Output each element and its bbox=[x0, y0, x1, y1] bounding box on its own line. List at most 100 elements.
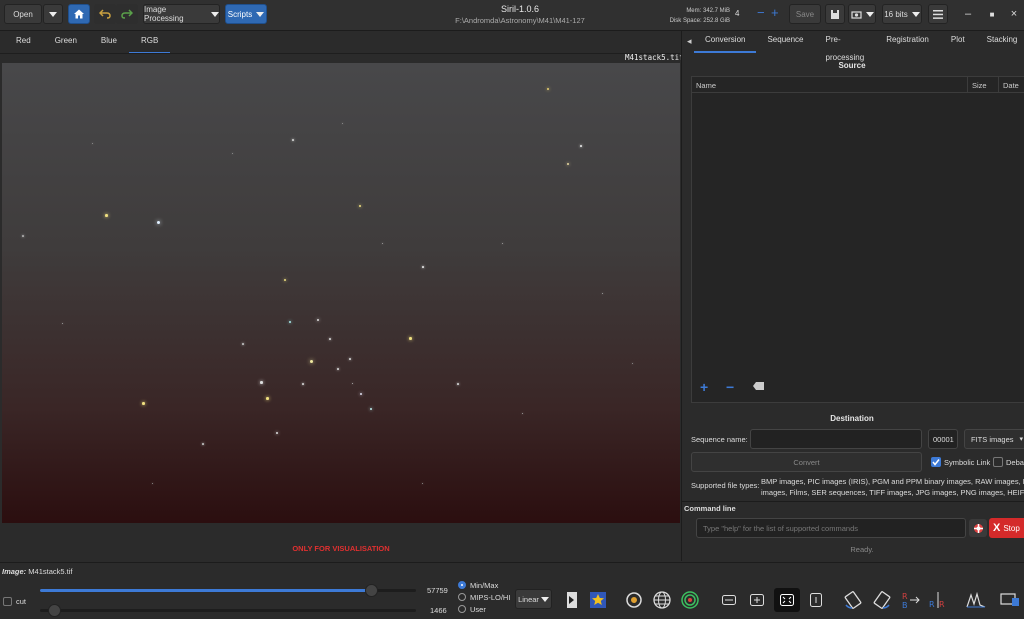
processing-tabs: Conversion Sequence Pre-processing Regis… bbox=[694, 31, 1024, 62]
zoom-in-icon[interactable] bbox=[747, 590, 767, 610]
add-files-button[interactable]: + bbox=[700, 379, 708, 395]
star bbox=[522, 413, 523, 414]
negative-view-icon[interactable] bbox=[562, 590, 582, 610]
tab-registration[interactable]: Registration bbox=[875, 31, 940, 53]
camera-icon bbox=[850, 10, 862, 19]
snapshot-menu[interactable] bbox=[848, 4, 876, 24]
radio-min-max[interactable]: Min/Max bbox=[458, 580, 510, 592]
column-size[interactable]: Size bbox=[972, 81, 987, 90]
output-format-select[interactable]: FITS images ▾ bbox=[964, 429, 1024, 449]
low-threshold-value: 1466 bbox=[430, 606, 447, 615]
column-name[interactable]: Name bbox=[696, 81, 716, 90]
divider bbox=[998, 77, 999, 93]
radio-user[interactable]: User bbox=[458, 604, 510, 616]
maximize-button[interactable]: ■ bbox=[982, 10, 1002, 19]
display-settings-icon[interactable] bbox=[1000, 590, 1020, 610]
histogram-icon[interactable] bbox=[966, 590, 986, 610]
star bbox=[329, 338, 331, 340]
star bbox=[260, 381, 263, 384]
target-icon[interactable] bbox=[680, 590, 700, 610]
save-as-button[interactable] bbox=[825, 4, 845, 24]
tab-pre-processing[interactable]: Pre-processing bbox=[815, 31, 876, 62]
debayer-label: Deba bbox=[1006, 458, 1024, 467]
image-processing-menu[interactable]: Image Processing bbox=[143, 4, 220, 24]
high-threshold-slider[interactable] bbox=[40, 584, 416, 597]
backspace-icon bbox=[753, 382, 764, 390]
remove-file-button[interactable]: − bbox=[726, 379, 734, 395]
bit-depth-menu[interactable]: 16 bits bbox=[882, 4, 922, 24]
star bbox=[266, 397, 269, 400]
open-button[interactable]: Open bbox=[4, 4, 42, 24]
star bbox=[242, 343, 244, 345]
star bbox=[632, 363, 633, 364]
sequence-index-input[interactable]: 00001 bbox=[928, 429, 958, 449]
color-map-icon[interactable] bbox=[588, 590, 608, 610]
radio-mips[interactable]: MIPS-LO/HI bbox=[458, 592, 510, 604]
zoom-fit-icon[interactable] bbox=[774, 588, 800, 612]
x-icon: X bbox=[993, 522, 1001, 534]
star bbox=[289, 321, 291, 323]
undo-button[interactable] bbox=[94, 4, 116, 24]
home-icon bbox=[74, 9, 84, 19]
save-button[interactable]: Save bbox=[789, 4, 821, 24]
star bbox=[22, 235, 24, 237]
divider bbox=[0, 53, 680, 54]
chevron-down-icon bbox=[865, 11, 874, 17]
tab-plot[interactable]: Plot bbox=[940, 31, 976, 53]
star bbox=[142, 402, 145, 405]
help-button[interactable] bbox=[969, 519, 987, 537]
photometry-icon[interactable] bbox=[624, 590, 644, 610]
increase-threads-button[interactable]: + bbox=[771, 5, 779, 20]
rotate-right-icon[interactable] bbox=[872, 590, 892, 610]
hamburger-icon bbox=[933, 9, 943, 19]
open-recent-dropdown[interactable] bbox=[43, 4, 63, 24]
star bbox=[232, 153, 233, 154]
image-canvas[interactable] bbox=[2, 63, 680, 523]
source-file-list[interactable]: Name Size Date bbox=[691, 76, 1024, 403]
status-text: Ready. bbox=[850, 545, 874, 554]
symbolic-link-checkbox[interactable] bbox=[931, 457, 941, 467]
home-button[interactable] bbox=[68, 4, 90, 24]
cut-checkbox[interactable] bbox=[3, 597, 12, 606]
tab-blue[interactable]: Blue bbox=[89, 32, 129, 54]
sequence-name-input[interactable] bbox=[750, 429, 922, 449]
redo-button[interactable] bbox=[116, 4, 138, 24]
scripts-menu[interactable]: Scripts bbox=[225, 4, 267, 24]
minimize-button[interactable]: – bbox=[958, 8, 978, 20]
tab-stacking[interactable]: Stacking bbox=[976, 31, 1024, 53]
stop-button[interactable]: X Stop bbox=[989, 518, 1024, 538]
working-directory: F:\Andromda\Astronomy\M41\M41-127 bbox=[455, 16, 585, 25]
decrease-threads-button[interactable]: − bbox=[757, 5, 765, 20]
column-date[interactable]: Date bbox=[1003, 81, 1019, 90]
convert-button[interactable]: Convert bbox=[691, 452, 922, 472]
rotate-left-icon[interactable] bbox=[843, 590, 863, 610]
supported-types-text: BMP images, PIC images (IRIS), PGM and P… bbox=[761, 477, 1024, 497]
close-button[interactable]: × bbox=[1004, 8, 1024, 20]
star bbox=[284, 279, 286, 281]
tab-red[interactable]: Red bbox=[4, 32, 43, 54]
zoom-actual-icon[interactable] bbox=[806, 590, 826, 610]
slider-handle[interactable] bbox=[47, 604, 61, 617]
sequence-name-label: Sequence name: bbox=[691, 435, 748, 444]
svg-text:B: B bbox=[902, 601, 908, 609]
tab-sequence[interactable]: Sequence bbox=[756, 31, 814, 53]
clear-list-button[interactable] bbox=[753, 382, 764, 392]
stretch-select[interactable]: Linear bbox=[515, 589, 552, 609]
mirror-x-icon[interactable]: RB bbox=[900, 590, 920, 610]
plate-solve-globe-icon[interactable] bbox=[652, 590, 672, 610]
tab-green[interactable]: Green bbox=[43, 32, 89, 54]
main-menu-button[interactable] bbox=[928, 4, 948, 24]
image-info: Image: M41stack5.tif bbox=[2, 567, 73, 576]
command-input[interactable]: Type "help" for the list of supported co… bbox=[696, 518, 966, 538]
low-threshold-slider[interactable] bbox=[40, 604, 416, 617]
tab-rgb[interactable]: RGB bbox=[128, 32, 171, 54]
collapse-panel-icon[interactable]: ◂ bbox=[687, 36, 692, 47]
radio-icon bbox=[458, 605, 466, 613]
mirror-y-icon[interactable]: RR bbox=[928, 590, 948, 610]
tab-conversion[interactable]: Conversion bbox=[694, 31, 757, 53]
star bbox=[502, 243, 503, 244]
debayer-checkbox[interactable] bbox=[993, 457, 1003, 467]
slider-handle[interactable] bbox=[364, 584, 378, 597]
fit-width-icon[interactable] bbox=[719, 590, 739, 610]
cut-label: cut bbox=[16, 597, 27, 606]
